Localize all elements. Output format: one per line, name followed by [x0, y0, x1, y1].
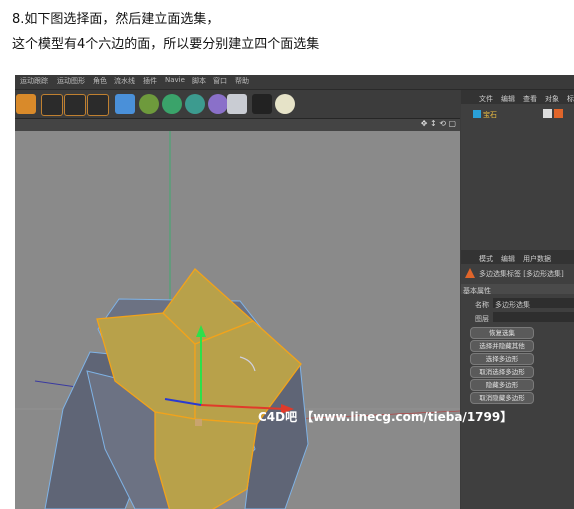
name-label: 名称	[475, 301, 489, 309]
om-tab-view[interactable]: 查看	[523, 94, 537, 104]
viewport[interactable]: ✥ ↕ ⟲ ▢	[15, 119, 460, 509]
right-panel: 文件 编辑 查看 对象 标 宝石 模式 编辑 用户数据 多边选集标签 [多边形选…	[461, 90, 574, 509]
menu-navie[interactable]: Navie	[165, 76, 185, 84]
cube-icon[interactable]	[115, 94, 135, 114]
select-hide-others-button[interactable]: 选择并隐藏其他	[470, 340, 534, 352]
camera-icon[interactable]	[252, 94, 272, 114]
phong-tag-icon[interactable]	[543, 109, 552, 118]
am-tab-user-data[interactable]: 用户数据	[523, 254, 551, 264]
render-picture-viewer-icon[interactable]	[64, 94, 86, 116]
object-name[interactable]: 宝石	[483, 110, 497, 120]
am-tab-edit[interactable]: 编辑	[501, 254, 515, 264]
selected-face-bottom	[154, 411, 258, 509]
deselect-polygons-button[interactable]: 取消选择多边形	[470, 366, 534, 378]
unhide-polygons-button[interactable]: 取消隐藏多边形	[470, 392, 534, 404]
nurbs-icon[interactable]	[162, 94, 182, 114]
layer-label: 图层	[475, 315, 489, 323]
name-field-value: 多边形选集	[495, 301, 530, 309]
menu-plugins[interactable]: 插件	[143, 76, 157, 86]
menu-pipeline[interactable]: 流水线	[114, 76, 135, 86]
menu-window[interactable]: 窗口	[213, 76, 227, 86]
c4d-window: 运动跟踪 运动图形 角色 流水线 插件 Navie 脚本 窗口 帮助 ✥ ↕ ⟲…	[15, 75, 574, 509]
viewport-scene	[15, 131, 460, 509]
render-settings-icon[interactable]	[87, 94, 109, 116]
hide-polygons-button[interactable]: 隐藏多边形	[470, 379, 534, 391]
spline-pen-icon[interactable]	[139, 94, 159, 114]
menu-motion-tracking[interactable]: 运动跟踪	[20, 76, 48, 86]
menu-mograph[interactable]: 运动图形	[57, 76, 85, 86]
om-tab-tag[interactable]: 标	[567, 94, 574, 104]
render-view-icon[interactable]	[41, 94, 63, 116]
menu-character[interactable]: 角色	[93, 76, 107, 86]
select-tool-icon[interactable]	[16, 94, 36, 114]
polygon-object-icon	[473, 110, 481, 118]
section-title: 基本属性	[463, 287, 491, 295]
attribute-manager-header	[461, 250, 574, 264]
am-tab-mode[interactable]: 模式	[479, 254, 493, 264]
deformer-icon[interactable]	[208, 94, 228, 114]
gizmo-center	[195, 419, 202, 426]
tag-title: 多边选集标签 [多边形选集]	[479, 270, 564, 278]
warning-tag-icon	[465, 268, 475, 278]
select-polygons-button[interactable]: 选择多边形	[470, 353, 534, 365]
menu-script[interactable]: 脚本	[192, 76, 206, 86]
om-tab-file[interactable]: 文件	[479, 94, 493, 104]
om-tab-object[interactable]: 对象	[545, 94, 559, 104]
step-description: 这个模型有4个六边的面，所以要分别建立四个面选集	[12, 37, 320, 52]
restore-selection-button[interactable]: 恢复选集	[470, 327, 534, 339]
array-icon[interactable]	[185, 94, 205, 114]
step-caption: 8.如下图选择面，然后建立面选集，	[12, 12, 220, 27]
watermark: C4D吧 【www.linecg.com/tieba/1799】	[258, 410, 513, 424]
light-bulb-icon[interactable]	[275, 94, 295, 114]
layer-field[interactable]	[493, 312, 574, 322]
om-tab-edit[interactable]: 编辑	[501, 94, 515, 104]
menu-bar: 运动跟踪 运动图形 角色 流水线 插件 Navie 脚本 窗口 帮助	[15, 75, 574, 90]
menu-help[interactable]: 帮助	[235, 76, 249, 86]
toolbar	[15, 90, 460, 119]
floor-icon[interactable]	[227, 94, 247, 114]
selection-tag-icon[interactable]	[554, 109, 563, 118]
